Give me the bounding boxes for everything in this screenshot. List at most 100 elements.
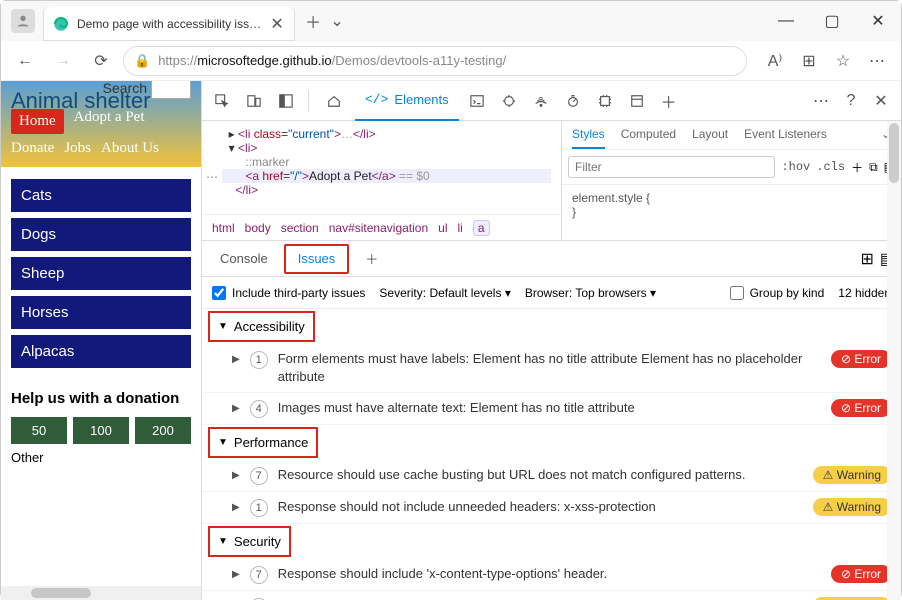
styles-filter-input[interactable] xyxy=(568,156,775,178)
styles-panel: Styles Computed Layout Event Listeners ⌄… xyxy=(561,121,901,240)
browser-select[interactable]: Top browsers ▾ xyxy=(575,286,656,300)
issue-row[interactable]: ▶7Resource should use cache busting but … xyxy=(202,460,901,492)
hov-toggle[interactable]: :hov xyxy=(781,160,810,174)
cls-toggle[interactable]: .cls xyxy=(816,160,845,174)
collections-icon[interactable]: ⊞ xyxy=(793,45,825,77)
issue-category-performance[interactable]: ▼ Performance xyxy=(208,427,318,458)
tab-welcome[interactable] xyxy=(317,81,351,121)
donate-50[interactable]: 50 xyxy=(11,417,67,444)
nav-adopt[interactable]: Adopt a Pet xyxy=(74,109,145,134)
nav-about[interactable]: About Us xyxy=(101,140,159,157)
issues-list: ▼ Accessibility▶1Form elements must have… xyxy=(202,309,901,600)
drawer-settings-icon[interactable]: ⊞ xyxy=(860,249,873,269)
issue-row[interactable]: ▶1Form elements must have labels: Elemen… xyxy=(202,344,901,393)
animal-link-alpacas[interactable]: Alpacas xyxy=(11,335,191,368)
animal-link-sheep[interactable]: Sheep xyxy=(11,257,191,290)
issues-filter-bar: Include third-party issues Severity: Def… xyxy=(202,277,901,309)
lock-icon: 🔒 xyxy=(134,53,150,69)
devtools-v-scrollbar[interactable] xyxy=(887,121,901,600)
device-toggle-icon[interactable] xyxy=(240,87,268,115)
issue-category-accessibility[interactable]: ▼ Accessibility xyxy=(208,311,315,342)
tab-application-icon[interactable] xyxy=(623,87,651,115)
tab-network-icon[interactable] xyxy=(527,87,555,115)
nav-home[interactable]: Home xyxy=(11,109,64,134)
severity-label: Severity: xyxy=(379,286,426,300)
edge-icon xyxy=(53,16,69,32)
profile-avatar[interactable] xyxy=(11,9,35,33)
include-thirdparty-checkbox[interactable]: Include third-party issues xyxy=(212,286,365,300)
dom-breadcrumb[interactable]: html body section nav#sitenavigation ul … xyxy=(202,214,561,240)
styles-tab-events[interactable]: Event Listeners xyxy=(744,127,827,149)
url-scheme: https:// xyxy=(158,53,197,68)
nav-donate[interactable]: Donate xyxy=(11,140,54,157)
drawer-tab-console[interactable]: Console xyxy=(208,241,280,277)
search-input[interactable] xyxy=(151,81,191,99)
tab-more-icon[interactable]: ＋ xyxy=(655,87,683,115)
back-button[interactable]: ← xyxy=(9,45,41,77)
devtools-help-icon[interactable]: ? xyxy=(837,87,865,115)
maximize-button[interactable]: ▢ xyxy=(809,1,855,41)
browser-tab[interactable]: Demo page with accessibility iss… ✕ xyxy=(43,7,295,41)
styles-tab-styles[interactable]: Styles xyxy=(572,127,605,149)
tab-performance-icon[interactable] xyxy=(559,87,587,115)
styles-tab-computed[interactable]: Computed xyxy=(621,127,676,149)
browser-toolbar: ← → ⟳ 🔒 https://microsoftedge.github.io/… xyxy=(1,41,901,81)
issue-category-security[interactable]: ▼ Security xyxy=(208,526,291,557)
new-style-icon[interactable]: ＋ xyxy=(851,159,863,176)
severity-badge: ⊘ Error xyxy=(831,399,891,417)
favorite-icon[interactable]: ☆ xyxy=(827,45,859,77)
window-titlebar: Demo page with accessibility iss… ✕ ＋ ⌄ … xyxy=(1,1,901,41)
help-heading: Help us with a donation xyxy=(11,390,191,407)
animal-link-horses[interactable]: Horses xyxy=(11,296,191,329)
address-bar[interactable]: 🔒 https://microsoftedge.github.io/Demos/… xyxy=(123,46,747,76)
dom-tree[interactable]: ▸ <li class="current">…</li> ▾ <li> ::ma… xyxy=(202,121,561,214)
tab-elements[interactable]: </>Elements xyxy=(355,81,459,121)
animal-link-dogs[interactable]: Dogs xyxy=(11,218,191,251)
donate-100[interactable]: 100 xyxy=(73,417,129,444)
style-rule-close: } xyxy=(572,205,891,219)
devtools-more-icon[interactable]: ⋯ xyxy=(807,87,835,115)
read-aloud-icon[interactable]: A⁾ xyxy=(759,45,791,77)
tab-actions-icon[interactable]: ⌄ xyxy=(327,7,347,35)
issue-row[interactable]: ▶4Images must have alternate text: Eleme… xyxy=(202,393,901,425)
severity-badge: ⊘ Error xyxy=(831,350,891,368)
forward-button: → xyxy=(47,45,79,77)
tab-sources-icon[interactable] xyxy=(495,87,523,115)
inspect-icon[interactable] xyxy=(208,87,236,115)
settings-more-icon[interactable]: ⋯ xyxy=(861,45,893,77)
nav-jobs[interactable]: Jobs xyxy=(64,140,91,157)
animal-link-cats[interactable]: Cats xyxy=(11,179,191,212)
close-tab-icon[interactable]: ✕ xyxy=(269,16,285,32)
devtools-panel: </>Elements ＋ ⋯ ? ✕ ▸ <li class="current… xyxy=(201,81,901,600)
new-tab-button[interactable]: ＋ xyxy=(299,7,327,35)
severity-badge: ⚠ Warning xyxy=(813,466,891,484)
styles-copy-icon[interactable]: ⧉ xyxy=(869,160,878,175)
search-label: Search xyxy=(103,81,147,96)
minimize-button[interactable]: — xyxy=(763,1,809,41)
severity-badge: ⚠ Warning xyxy=(813,498,891,516)
severity-badge: ⊘ Error xyxy=(831,565,891,583)
activity-bar-icon[interactable] xyxy=(272,87,300,115)
tab-title: Demo page with accessibility iss… xyxy=(77,17,261,31)
drawer-tab-issues[interactable]: Issues xyxy=(284,244,350,274)
donate-200[interactable]: 200 xyxy=(135,417,191,444)
issue-row[interactable]: ▶7Response should include 'x-content-typ… xyxy=(202,559,901,591)
rendered-page: Animal shelter Search Home Adopt a Pet D… xyxy=(1,81,201,600)
styles-tab-layout[interactable]: Layout xyxy=(692,127,728,149)
url-host: microsoftedge.github.io xyxy=(197,53,331,68)
devtools-top-toolbar: </>Elements ＋ ⋯ ? ✕ xyxy=(202,81,901,121)
tab-console-icon[interactable] xyxy=(463,87,491,115)
refresh-button[interactable]: ⟳ xyxy=(85,45,117,77)
close-window-button[interactable]: ✕ xyxy=(855,1,901,41)
style-rule[interactable]: element.style { xyxy=(572,191,891,205)
devtools-close-icon[interactable]: ✕ xyxy=(867,87,895,115)
tab-memory-icon[interactable] xyxy=(591,87,619,115)
group-by-kind-checkbox[interactable]: Group by kind xyxy=(730,286,825,300)
drawer-tab-add[interactable]: ＋ xyxy=(353,241,390,277)
page-h-scrollbar[interactable] xyxy=(1,586,201,600)
drawer-tabbar: Console Issues ＋ ⊞ ▤ xyxy=(202,241,901,277)
issue-row[interactable]: ▶1Response should not include unneeded h… xyxy=(202,492,901,524)
severity-select[interactable]: Default levels ▾ xyxy=(429,286,510,300)
hidden-count[interactable]: 12 hidden xyxy=(838,286,891,300)
browser-label: Browser: xyxy=(525,286,572,300)
